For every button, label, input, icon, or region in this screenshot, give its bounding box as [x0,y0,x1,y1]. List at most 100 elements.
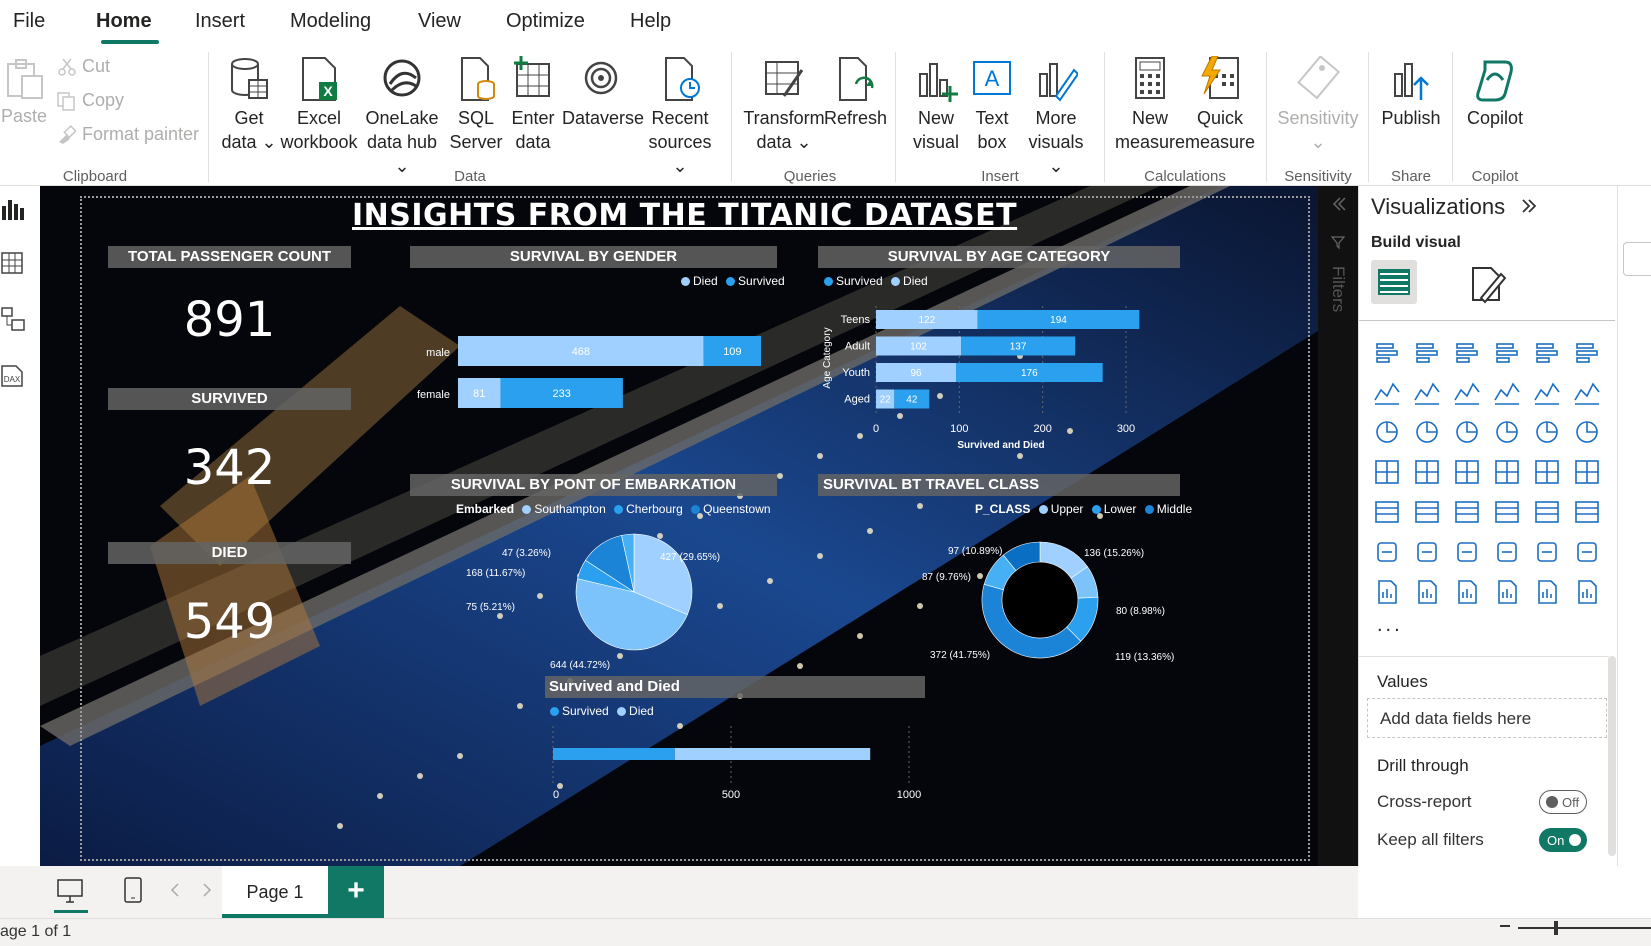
tab-help[interactable]: Help [630,10,671,33]
table-icon[interactable] [1493,498,1521,526]
tab-optimize[interactable]: Optimize [506,10,585,33]
area-icon[interactable] [1413,378,1441,406]
gauge-icon[interactable] [1533,458,1561,486]
zoom-slider[interactable] [1518,927,1651,929]
values-drop-zone[interactable]: Add data fields here [1367,698,1607,738]
r-script-icon[interactable] [1573,498,1601,526]
quick-measure-button[interactable]: Quick measure [1182,56,1258,154]
zoom-slider-thumb[interactable] [1554,921,1558,935]
paginated-report-icon[interactable] [1373,578,1401,606]
line-column-icon[interactable] [1533,378,1561,406]
card-icon[interactable] [1573,458,1601,486]
age-bar-chart[interactable]: Age Category 0 100 200 300 Survived and Died T… [818,298,1180,458]
pane-scrollbar[interactable] [1608,656,1616,856]
recent-sources-button[interactable]: Recent sources ⌄ [640,56,720,178]
cut-button[interactable]: Cut [58,56,110,77]
tab-modeling[interactable]: Modeling [290,10,371,33]
report-view-icon[interactable] [0,196,26,222]
keep-filters-toggle[interactable]: On [1539,828,1587,852]
arcgis-icon[interactable] [1493,578,1521,606]
dax-query-view-icon[interactable]: DAX [0,362,26,388]
decomposition-tree-icon[interactable] [1453,538,1481,566]
pclass-donut-chart[interactable]: 136 (15.26%) 80 (8.98%) 119 (13.36%) 372 (4… [818,518,1180,668]
new-visual-button[interactable]: New visual [908,56,964,154]
tab-insert[interactable]: Insert [195,10,245,33]
model-view-icon[interactable] [0,306,26,332]
kpi-total-value[interactable]: 891 [102,292,357,348]
stacked-bar-icon[interactable] [1373,338,1401,366]
100-stacked-area-icon[interactable] [1493,378,1521,406]
onelake-data-hub-button[interactable]: OneLake data hub ⌄ [358,56,446,178]
sql-server-button[interactable]: SQL Server [448,56,504,154]
funnel-icon[interactable] [1453,418,1481,446]
survived-died-bar-chart[interactable]: 0 500 1000 [545,724,925,804]
chevron-left-icon[interactable] [168,882,182,898]
refresh-button[interactable]: Refresh [824,56,887,130]
waterfall-icon[interactable] [1413,418,1441,446]
matrix-icon[interactable] [1533,498,1561,526]
chevron-right-icon[interactable] [200,882,214,898]
slicer-icon[interactable] [1453,498,1481,526]
100-stacked-bar-icon[interactable] [1533,338,1561,366]
line-clustered-column-icon[interactable] [1573,378,1601,406]
cross-report-toggle[interactable]: Off [1539,790,1587,814]
kpi-icon[interactable] [1413,498,1441,526]
filled-map-icon[interactable] [1453,458,1481,486]
collapse-pane-icon[interactable] [1519,196,1539,216]
ribbon-icon[interactable] [1373,418,1401,446]
stacked-area-icon[interactable] [1453,378,1481,406]
map-icon[interactable] [1413,458,1441,486]
power-apps-icon[interactable] [1413,578,1441,606]
dataverse-button[interactable]: Dataverse [562,56,644,130]
clustered-column-icon[interactable] [1493,338,1521,366]
100-stacked-column-icon[interactable] [1573,338,1601,366]
python-script-icon[interactable] [1373,538,1401,566]
page-tab-page1[interactable]: Page 1 [222,866,328,918]
multi-row-card-icon[interactable] [1373,498,1401,526]
add-page-button[interactable]: + [328,866,384,918]
power-automate-2-icon[interactable] [1533,578,1561,606]
stacked-column-icon[interactable] [1413,338,1441,366]
copilot-button[interactable]: Copilot [1460,56,1530,130]
table-view-icon[interactable] [0,250,26,276]
report-canvas[interactable]: INSIGHTS FROM THE TITANIC DATASET TOTAL … [40,186,1358,866]
new-measure-button[interactable]: New measure [1114,56,1186,154]
tab-file[interactable]: File [13,10,45,33]
filters-pane-collapsed[interactable]: Filters [1318,186,1358,866]
enter-data-button[interactable]: Enter data [506,56,560,154]
smart-narrative-icon[interactable] [1533,538,1561,566]
line-icon[interactable] [1373,378,1401,406]
key-influencers-icon[interactable] [1413,538,1441,566]
zoom-out-icon[interactable] [1500,925,1510,927]
get-data-button[interactable]: Get data ⌄ [218,56,280,154]
mobile-layout-icon[interactable] [122,876,144,904]
data-pane-collapsed[interactable] [1623,242,1651,276]
more-visual-types[interactable]: ... [1377,614,1403,637]
scatter-icon[interactable] [1493,418,1521,446]
clustered-bar-icon[interactable] [1453,338,1481,366]
format-visual-icon[interactable] [1467,264,1507,304]
more-visuals-button[interactable]: More visuals ⌄ [1020,56,1092,178]
kpi-survived-value[interactable]: 342 [102,440,357,496]
donut-icon[interactable] [1573,418,1601,446]
sensitivity-button[interactable]: Sensitivity ⌄ [1274,56,1362,154]
text-box-button[interactable]: A Text box [966,56,1018,154]
desktop-layout-icon[interactable] [56,878,84,904]
copy-button[interactable]: Copy [56,90,124,111]
paste-button[interactable]: Paste [0,56,48,128]
publish-button[interactable]: Publish [1378,56,1444,130]
tab-view[interactable]: View [418,10,461,33]
kpi-died-value[interactable]: 549 [102,594,357,650]
build-visual-tab[interactable] [1371,260,1417,304]
tab-home[interactable]: Home [96,10,152,33]
qa-icon[interactable] [1493,538,1521,566]
expand-chevron-icon[interactable] [1328,194,1348,214]
azure-map-icon[interactable] [1493,458,1521,486]
power-automate-icon[interactable] [1453,578,1481,606]
embark-pie-chart[interactable]: 427 (29.65%) 644 (44.72%) 75 (5.21%) 168 (1… [410,518,777,678]
metrics-icon[interactable] [1573,538,1601,566]
pie-icon[interactable] [1533,418,1561,446]
treemap-icon[interactable] [1373,458,1401,486]
gender-bar-chart[interactable]: male 468 109 female 81 233 [410,326,780,416]
transform-data-button[interactable]: Transform data ⌄ [742,56,826,154]
